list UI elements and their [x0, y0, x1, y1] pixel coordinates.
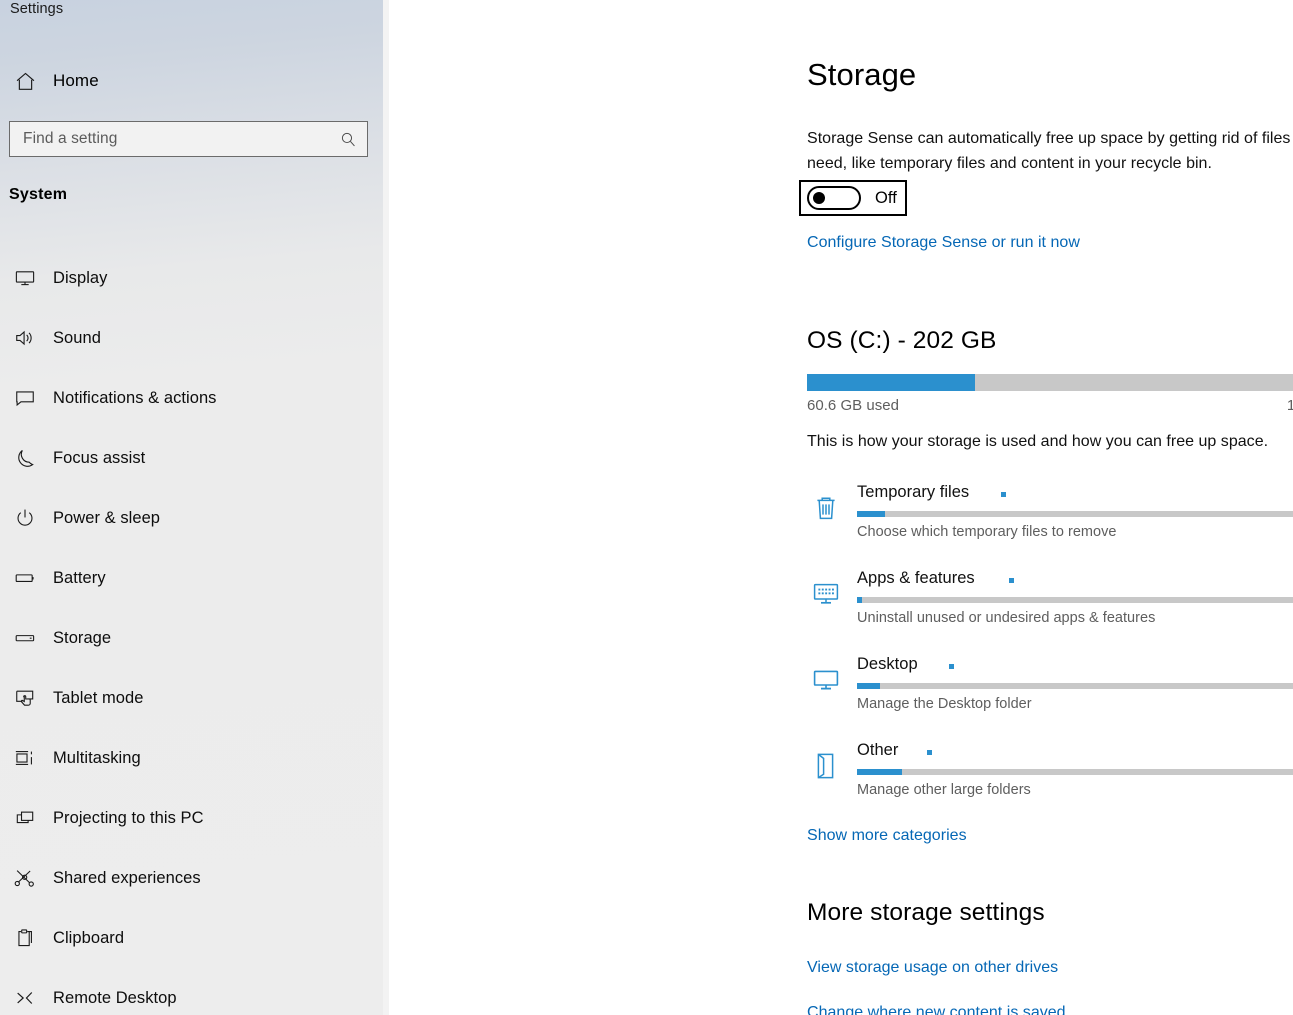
category-usage-bar-fill	[857, 683, 880, 689]
chat-bubble-icon	[4, 387, 46, 409]
page-title: Storage	[807, 57, 917, 92]
desktop-monitor-icon	[807, 661, 845, 699]
storage-category-row[interactable]: Apps & features 267 MB Uninstall unused …	[807, 564, 1293, 650]
storage-category-subtitle: Uninstall unused or undesired apps & fea…	[857, 610, 1156, 626]
toggle-switch-knob	[813, 192, 825, 204]
sidebar-item-notifications[interactable]: Notifications & actions	[0, 368, 389, 428]
home-icon	[4, 70, 46, 93]
storage-sense-toggle[interactable]: Off	[799, 180, 907, 216]
sidebar-item-label: Battery	[53, 568, 106, 587]
sidebar-item-label: Multitasking	[53, 748, 141, 767]
storage-category-row[interactable]: Other 5.22 GB Manage other large folders	[807, 736, 1293, 822]
sidebar-item-clipboard[interactable]: Clipboard	[0, 908, 389, 968]
category-status-dot	[1009, 578, 1014, 583]
category-usage-bar	[857, 683, 1293, 689]
sidebar-item-remote-desktop[interactable]: Remote Desktop	[0, 968, 389, 1015]
category-usage-bar	[857, 769, 1293, 775]
storage-category-list: Temporary files 2.87 GB Choose which tem…	[807, 478, 1293, 822]
category-status-dot	[927, 750, 932, 755]
storage-category-name: Temporary files	[857, 483, 970, 501]
category-status-dot	[1001, 492, 1006, 497]
sidebar-item-label: Sound	[53, 328, 101, 347]
search-box[interactable]	[9, 121, 368, 157]
sidebar: Settings Home System	[0, 0, 389, 1015]
storage-category-name: Apps & features	[857, 569, 975, 587]
sidebar-item-battery[interactable]: Battery	[0, 548, 389, 608]
storage-category-row[interactable]: Desktop 2.26 GB Manage the Desktop folde…	[807, 650, 1293, 736]
sidebar-item-label: Notifications & actions	[53, 388, 217, 407]
sidebar-item-sound[interactable]: Sound	[0, 308, 389, 368]
category-usage-bar	[857, 597, 1293, 603]
drive-free-label: 142 GB free	[1286, 397, 1293, 414]
sidebar-item-label: Clipboard	[53, 928, 125, 947]
sidebar-section-heading: System	[9, 186, 68, 203]
share-nodes-icon	[4, 867, 46, 889]
storage-category-subtitle: Manage other large folders	[857, 782, 1031, 798]
sidebar-item-tablet-mode[interactable]: Tablet mode	[0, 668, 389, 728]
storage-category-subtitle: Manage the Desktop folder	[857, 696, 1032, 712]
sidebar-item-multitasking[interactable]: Multitasking	[0, 728, 389, 788]
sidebar-item-label: Display	[53, 268, 108, 287]
more-storage-settings-heading: More storage settings	[807, 899, 1045, 926]
storage-category-subtitle: Choose which temporary files to remove	[857, 524, 1117, 540]
sidebar-item-focus-assist[interactable]: Focus assist	[0, 428, 389, 488]
sidebar-home-label: Home	[53, 71, 99, 90]
category-status-dot	[949, 664, 954, 669]
sidebar-item-label: Tablet mode	[53, 688, 144, 707]
remote-desktop-icon	[4, 987, 46, 1009]
search-icon[interactable]	[329, 131, 367, 148]
category-usage-bar	[857, 511, 1293, 517]
projecting-icon	[4, 807, 46, 829]
category-usage-bar-fill	[857, 511, 885, 517]
sidebar-item-home[interactable]: Home	[0, 64, 389, 98]
sidebar-item-power-sleep[interactable]: Power & sleep	[0, 488, 389, 548]
sidebar-item-label: Power & sleep	[53, 508, 161, 527]
moon-icon	[4, 447, 46, 469]
toggle-switch-track[interactable]	[807, 186, 861, 210]
sidebar-item-label: Shared experiences	[53, 868, 201, 887]
sidebar-item-label: Focus assist	[53, 448, 146, 467]
storage-category-name: Desktop	[857, 655, 918, 673]
storage-category-name: Other	[857, 741, 899, 759]
view-storage-other-drives-link[interactable]: View storage usage on other drives	[807, 959, 1058, 977]
apps-monitor-icon	[807, 575, 845, 613]
folded-page-icon	[807, 747, 845, 785]
storage-sense-description: Storage Sense can automatically free up …	[807, 130, 1293, 172]
sidebar-item-storage[interactable]: Storage	[0, 608, 389, 668]
speaker-icon	[4, 327, 46, 349]
settings-window: Settings Home System	[0, 0, 1293, 1015]
configure-storage-sense-link[interactable]: Configure Storage Sense or run it now	[807, 234, 1080, 252]
drive-title: OS (C:) - 202 GB	[807, 327, 997, 354]
power-icon	[4, 507, 46, 529]
drive-usage-bar-fill	[807, 374, 976, 391]
sidebar-item-shared-experiences[interactable]: Shared experiences	[0, 848, 389, 908]
drive-usage-bar	[807, 374, 1293, 391]
storage-category-row[interactable]: Temporary files 2.87 GB Choose which tem…	[807, 478, 1293, 564]
hard-drive-icon	[4, 627, 46, 649]
sidebar-nav-list: Display Sound Notifications & actions Fo…	[0, 248, 389, 1015]
monitor-icon	[4, 267, 46, 289]
drive-usage-description: This is how your storage is used and how…	[807, 433, 1269, 450]
battery-icon	[4, 567, 46, 589]
sidebar-item-label: Projecting to this PC	[53, 808, 204, 827]
multitasking-icon	[4, 747, 46, 769]
sidebar-item-label: Remote Desktop	[53, 988, 177, 1007]
category-usage-bar-fill	[857, 769, 902, 775]
toggle-state-label: Off	[875, 188, 897, 207]
clipboard-icon	[4, 927, 46, 949]
category-usage-bar-fill	[857, 597, 862, 603]
search-input[interactable]	[10, 130, 329, 148]
tablet-hand-icon	[4, 687, 46, 709]
sidebar-item-display[interactable]: Display	[0, 248, 389, 308]
trash-icon	[807, 489, 845, 527]
show-more-categories-link[interactable]: Show more categories	[807, 827, 967, 845]
sidebar-item-projecting[interactable]: Projecting to this PC	[0, 788, 389, 848]
window-title: Settings	[10, 1, 64, 17]
main-content: Storage Storage Sense can automatically …	[389, 0, 1293, 1015]
sidebar-item-label: Storage	[53, 628, 112, 647]
change-new-content-location-link[interactable]: Change where new content is saved	[807, 1004, 1066, 1015]
